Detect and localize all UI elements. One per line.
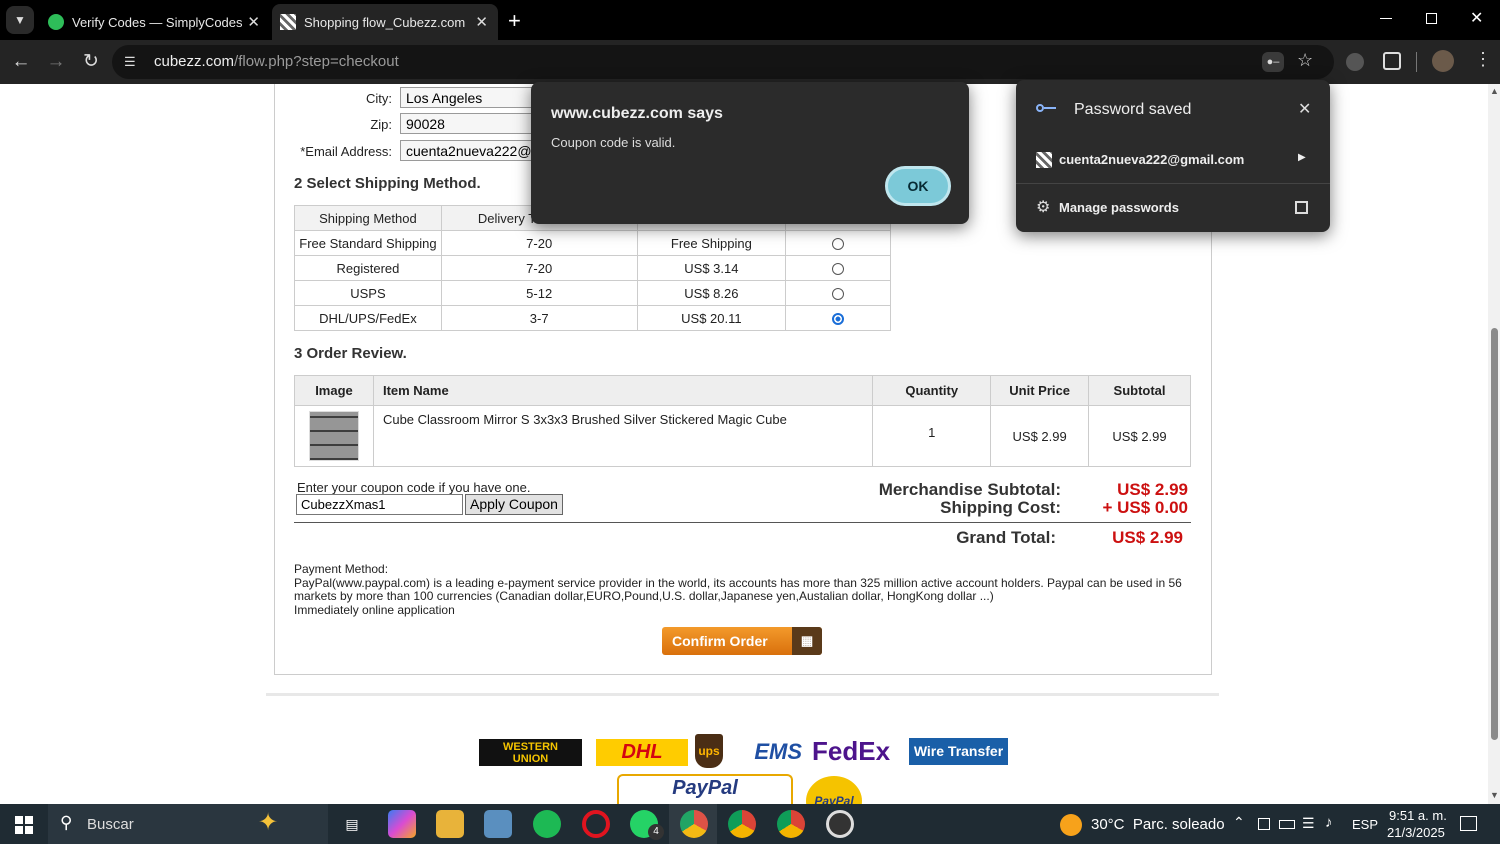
tab-search-button[interactable]: ▼ (6, 6, 34, 34)
alert-message: Coupon code is valid. (551, 135, 676, 150)
url-path: /flow.php?step=checkout (234, 53, 399, 70)
page-scrollbar[interactable]: ▲ ▼ (1488, 84, 1500, 804)
site-info-icon[interactable]: ☰ (124, 54, 140, 70)
manage-passwords-label: Manage passwords (1059, 200, 1179, 215)
omnibox[interactable]: ☰ cubezz.com/flow.php?step=checkout ●– ☆ (112, 45, 1334, 79)
tab-title: Shopping flow_Cubezz.com: Pr (304, 14, 466, 30)
battery-icon[interactable] (1279, 820, 1295, 829)
volume-icon[interactable]: ♪ (1325, 814, 1333, 831)
tab-title: Verify Codes — SimplyCodes (72, 14, 243, 30)
alert-origin: www.cubezz.com says (551, 105, 723, 122)
gear-icon: ⚙ (1036, 199, 1051, 216)
remote-desktop-icon[interactable] (484, 810, 512, 838)
tab-cubezz-active[interactable]: Shopping flow_Cubezz.com: Pr ✕ (272, 4, 498, 40)
extensions-puzzle-icon[interactable] (1383, 52, 1401, 70)
file-explorer-icon[interactable] (436, 810, 464, 838)
password-key-icon[interactable]: ●– (1262, 52, 1284, 72)
alert-ok-button[interactable]: OK (885, 166, 951, 206)
opera-icon[interactable] (582, 810, 610, 838)
open-external-icon (1295, 201, 1308, 214)
back-icon[interactable]: ← (9, 50, 33, 74)
minimize-icon[interactable] (1380, 18, 1392, 19)
bookmark-star-icon[interactable]: ☆ (1297, 50, 1313, 71)
paypal-logo: PayPal (617, 774, 793, 804)
spotify-icon[interactable] (533, 810, 561, 838)
meet-now-icon[interactable] (1258, 818, 1270, 830)
ups-logo: ups (695, 734, 723, 768)
active-app-indicator (669, 804, 717, 844)
forward-icon[interactable]: → (44, 50, 68, 74)
simplycodes-favicon-icon (48, 14, 64, 30)
popup-close-icon[interactable]: ✕ (1298, 99, 1311, 119)
extension-icon[interactable] (1346, 53, 1364, 71)
clock-date[interactable]: 21/3/2025 (1387, 825, 1445, 840)
password-saved-popup: Password saved ✕ cuenta2nueva222@gmail.c… (1016, 80, 1330, 232)
toolbar: ← → ↻ ☰ cubezz.com/flow.php?step=checkou… (0, 40, 1500, 84)
whatsapp-icon[interactable]: 4 (630, 810, 664, 840)
site-favicon-icon (1036, 152, 1052, 168)
copilot-app-icon[interactable] (388, 810, 416, 838)
obs-icon[interactable] (826, 810, 854, 838)
cubezz-favicon-icon (280, 14, 296, 30)
close-window-icon[interactable]: ✕ (1470, 8, 1483, 28)
chrome-profile-icon[interactable] (728, 810, 756, 838)
fedex-logo: FedEx (812, 736, 891, 766)
search-icon: ⚲ (60, 813, 73, 832)
divider (1416, 52, 1417, 72)
weather-icon[interactable] (1060, 814, 1082, 836)
dhl-logo: DHL (596, 739, 688, 766)
wifi-icon[interactable]: ☰ (1302, 815, 1315, 832)
taskbar-search-box[interactable]: ⚲ Buscar ✦ (48, 804, 328, 844)
tab-simplycodes[interactable]: Verify Codes — SimplyCodes ✕ (38, 4, 270, 40)
language-indicator[interactable]: ESP (1352, 817, 1378, 832)
profile-avatar[interactable] (1432, 50, 1454, 72)
new-tab-plus-icon[interactable]: + (508, 8, 521, 34)
saved-account-row[interactable]: cuenta2nueva222@gmail.com ▶ (1016, 140, 1330, 182)
chrome-profile-icon[interactable] (777, 810, 805, 838)
scrollbar-thumb[interactable] (1491, 328, 1498, 740)
reload-icon[interactable]: ↻ (79, 50, 103, 74)
chevron-right-icon: ▶ (1298, 152, 1306, 163)
tab-close-icon[interactable]: ✕ (247, 13, 260, 31)
ems-logo: EMS (754, 739, 802, 764)
weather-text[interactable]: 30°C Parc. soleado (1091, 816, 1225, 833)
notification-badge: 4 (648, 824, 664, 840)
restore-icon[interactable] (1426, 13, 1437, 24)
clock-time[interactable]: 9:51 a. m. (1389, 808, 1447, 823)
manage-passwords-row[interactable]: ⚙ Manage passwords (1016, 184, 1330, 230)
scroll-down-arrow-icon[interactable]: ▼ (1490, 790, 1499, 800)
divider (266, 693, 1219, 696)
js-alert-dialog: www.cubezz.com says Coupon code is valid… (531, 82, 969, 224)
chevron-up-icon[interactable]: ⌃ (1233, 814, 1245, 831)
search-placeholder: Buscar (87, 816, 134, 833)
wire-transfer-logo: Wire Transfer (909, 738, 1008, 765)
tab-close-icon[interactable]: ✕ (475, 13, 488, 31)
task-view-icon[interactable]: ▤ (338, 810, 366, 838)
notification-center-icon[interactable] (1460, 816, 1477, 831)
key-icon (1036, 104, 1056, 112)
url-host: cubezz.com (154, 53, 235, 70)
western-union-logo: WESTERN UNION (479, 739, 582, 766)
chrome-menu-icon[interactable]: ⋮ (1474, 49, 1492, 70)
windows-taskbar: ⚲ Buscar ✦ ▤ 4 30°C Parc. soleado ⌃ ☰ ♪ … (0, 804, 1500, 844)
scroll-up-arrow-icon[interactable]: ▲ (1490, 86, 1499, 96)
popup-title: Password saved (1074, 101, 1192, 118)
url-text[interactable]: cubezz.com/flow.php?step=checkout (154, 53, 399, 70)
windows-start-icon[interactable] (15, 816, 33, 834)
paypal-badge-logo: PayPal (806, 776, 862, 804)
saved-account-email: cuenta2nueva222@gmail.com (1059, 152, 1245, 167)
copilot-sparkle-icon: ✦ (258, 809, 279, 836)
tab-strip: ▼ Verify Codes — SimplyCodes ✕ Shopping … (0, 0, 1500, 40)
